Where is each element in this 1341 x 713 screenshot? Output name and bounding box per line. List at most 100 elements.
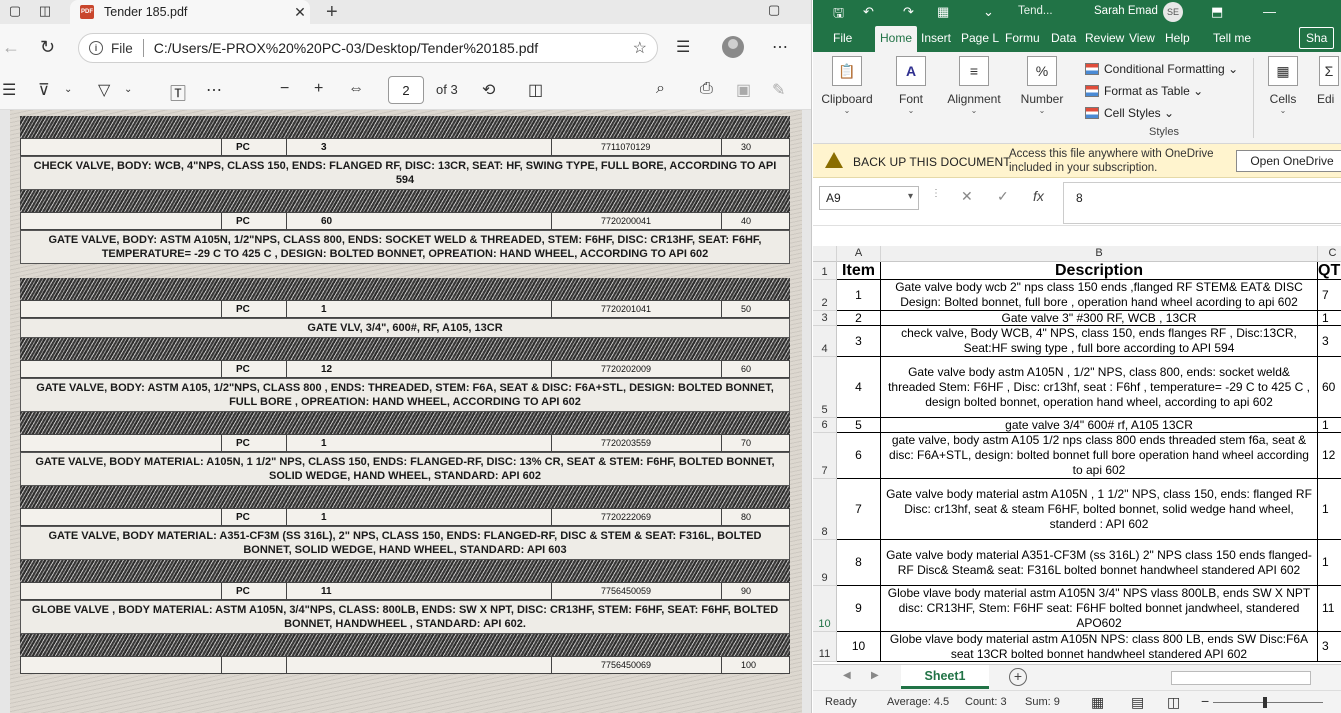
insert-function-icon[interactable]: fx: [1033, 188, 1044, 204]
zoom-in-icon[interactable]: +: [314, 80, 323, 98]
row-header[interactable]: 6: [813, 418, 837, 433]
next-sheet-icon[interactable]: ▶: [871, 670, 879, 681]
ribbon-tab-tell-me[interactable]: Tell me: [1213, 31, 1251, 45]
profile-avatar[interactable]: [722, 36, 744, 58]
zoom-out-icon[interactable]: −: [1201, 693, 1209, 709]
ribbon-tab-sha[interactable]: Sha: [1299, 27, 1335, 49]
customize-qat-icon[interactable]: ⌄: [983, 4, 994, 20]
column-header-c[interactable]: C: [1318, 246, 1341, 262]
workspaces-icon[interactable]: ▢: [6, 3, 24, 19]
rotate-icon[interactable]: ⟲: [482, 80, 495, 100]
more-options-icon[interactable]: ⋯: [772, 37, 788, 57]
zoom-slider[interactable]: [1213, 702, 1323, 703]
row-header[interactable]: 2: [813, 280, 837, 311]
row-header[interactable]: 9: [813, 540, 837, 586]
redo-icon[interactable]: ↷: [903, 4, 914, 20]
fit-page-icon[interactable]: ⇔: [348, 80, 364, 98]
item-cell[interactable]: 1: [837, 280, 881, 311]
tab-tender-pdf[interactable]: PDF Tender 185.pdf ✕: [70, 0, 310, 24]
qty-cell[interactable]: 7: [1318, 280, 1341, 311]
qty-cell[interactable]: 3: [1318, 326, 1341, 357]
row-header[interactable]: 8: [813, 479, 837, 540]
description-cell[interactable]: Globe vlave body material astm A105N 3/4…: [881, 586, 1318, 632]
column-header-a[interactable]: A: [837, 246, 881, 262]
contents-icon[interactable]: ☰: [2, 80, 16, 100]
search-icon[interactable]: ⌕: [656, 80, 665, 98]
format-as-table-button[interactable]: Format as Table ⌄: [1085, 80, 1238, 102]
description-cell[interactable]: gate valve, body astm A105 1/2 nps class…: [881, 433, 1318, 479]
worksheet-grid[interactable]: A B C 1 Item Description QT 2 1 Gate valve body w…: [813, 246, 1341, 664]
formula-input[interactable]: 8: [1063, 182, 1341, 224]
description-cell[interactable]: Globe vlave body material astm A105N NPS…: [881, 632, 1318, 662]
zoom-out-icon[interactable]: −: [280, 80, 289, 98]
qty-cell[interactable]: 1: [1318, 479, 1341, 540]
qty-cell[interactable]: 11: [1318, 586, 1341, 632]
close-tab-icon[interactable]: ✕: [290, 4, 310, 21]
ribbon-tab-help[interactable]: Help: [1165, 31, 1190, 45]
description-cell[interactable]: Gate valve body astm A105N , 1/2" NPS, c…: [881, 357, 1318, 418]
item-cell[interactable]: 7: [837, 479, 881, 540]
horizontal-scrollbar[interactable]: [1171, 671, 1311, 685]
ribbon-tab-view[interactable]: View: [1129, 31, 1155, 45]
borders-icon[interactable]: ▦: [937, 4, 949, 20]
editing-group[interactable]: Σ Edi: [1317, 56, 1341, 106]
save-icon[interactable]: 🖫: [833, 4, 844, 26]
save-icon[interactable]: ▣: [736, 80, 751, 100]
back-icon[interactable]: ←: [2, 37, 20, 58]
description-cell[interactable]: Gate valve body wcb 2" nps class 150 end…: [881, 280, 1318, 311]
user-name[interactable]: Sarah Emad: [1094, 5, 1158, 17]
conditional-formatting-button[interactable]: Conditional Formatting ⌄: [1085, 58, 1238, 80]
cell-styles-button[interactable]: Cell Styles ⌄: [1085, 102, 1238, 124]
qty-cell[interactable]: 1: [1318, 540, 1341, 586]
row-header[interactable]: 1: [813, 262, 837, 280]
row-header[interactable]: 7: [813, 433, 837, 479]
name-box[interactable]: A9: [819, 186, 919, 210]
chevron-down-icon[interactable]: ⌄: [64, 84, 72, 95]
item-cell[interactable]: 4: [837, 357, 881, 418]
favorite-star-icon[interactable]: ☆: [633, 38, 647, 58]
page-number-input[interactable]: 2: [388, 76, 424, 104]
ribbon-tab-data[interactable]: Data: [1051, 31, 1076, 45]
qty-cell[interactable]: 1: [1318, 418, 1341, 433]
header-item-cell[interactable]: Item: [837, 262, 881, 280]
highlight-icon[interactable]: ⊽: [38, 80, 50, 100]
qty-cell[interactable]: 12: [1318, 433, 1341, 479]
normal-view-icon[interactable]: ▦: [1091, 694, 1104, 711]
header-description-cell[interactable]: Description: [881, 262, 1318, 280]
qty-cell[interactable]: 1: [1318, 311, 1341, 326]
select-all-corner[interactable]: [813, 246, 837, 262]
info-icon[interactable]: i: [89, 41, 103, 55]
row-header[interactable]: 4: [813, 326, 837, 357]
cells-group[interactable]: ▦ Cells ⌄: [1263, 56, 1303, 115]
description-cell[interactable]: Gate valve body material A351-CF3M (ss 3…: [881, 540, 1318, 586]
item-cell[interactable]: 3: [837, 326, 881, 357]
ribbon-tab-formu[interactable]: Formu: [1005, 31, 1040, 45]
enter-icon[interactable]: ✓: [997, 188, 1009, 205]
draw-icon[interactable]: ▽: [98, 80, 110, 100]
ribbon-tab-review[interactable]: Review: [1085, 31, 1124, 45]
clipboard-group[interactable]: 📋 Clipboard ⌄: [821, 56, 873, 115]
alignment-group[interactable]: ≡ Alignment ⌄: [943, 56, 1005, 115]
number-group[interactable]: % Number ⌄: [1017, 56, 1067, 115]
favorites-icon[interactable]: ☰: [676, 37, 690, 57]
print-icon[interactable]: ⎙: [700, 80, 713, 98]
address-bar[interactable]: i File C:/Users/E-PROX%20%20PC-03/Deskto…: [78, 33, 658, 63]
refresh-icon[interactable]: ↻: [40, 37, 55, 58]
minimize-icon[interactable]: —: [1263, 4, 1276, 19]
ribbon-display-icon[interactable]: ⬒: [1211, 4, 1223, 20]
description-cell[interactable]: Gate valve 3" #300 RF, WCB , 13CR: [881, 311, 1318, 326]
row-header[interactable]: 3: [813, 311, 837, 326]
qty-cell[interactable]: 60: [1318, 357, 1341, 418]
header-qty-cell[interactable]: QT: [1318, 262, 1341, 280]
add-sheet-icon[interactable]: +: [1009, 668, 1027, 686]
row-header[interactable]: 5: [813, 357, 837, 418]
cancel-icon[interactable]: ✕: [961, 188, 973, 205]
text-box-icon[interactable]: 🅃: [170, 80, 186, 104]
zoom-slider-thumb[interactable]: [1263, 697, 1267, 708]
user-avatar[interactable]: SE: [1163, 2, 1183, 22]
url-text[interactable]: C:/Users/E-PROX%20%20PC-03/Desktop/Tende…: [154, 40, 633, 56]
row-header[interactable]: 11: [813, 632, 837, 662]
save-as-icon[interactable]: ✎: [772, 80, 785, 100]
item-cell[interactable]: 5: [837, 418, 881, 433]
prev-sheet-icon[interactable]: ◀: [843, 670, 851, 681]
